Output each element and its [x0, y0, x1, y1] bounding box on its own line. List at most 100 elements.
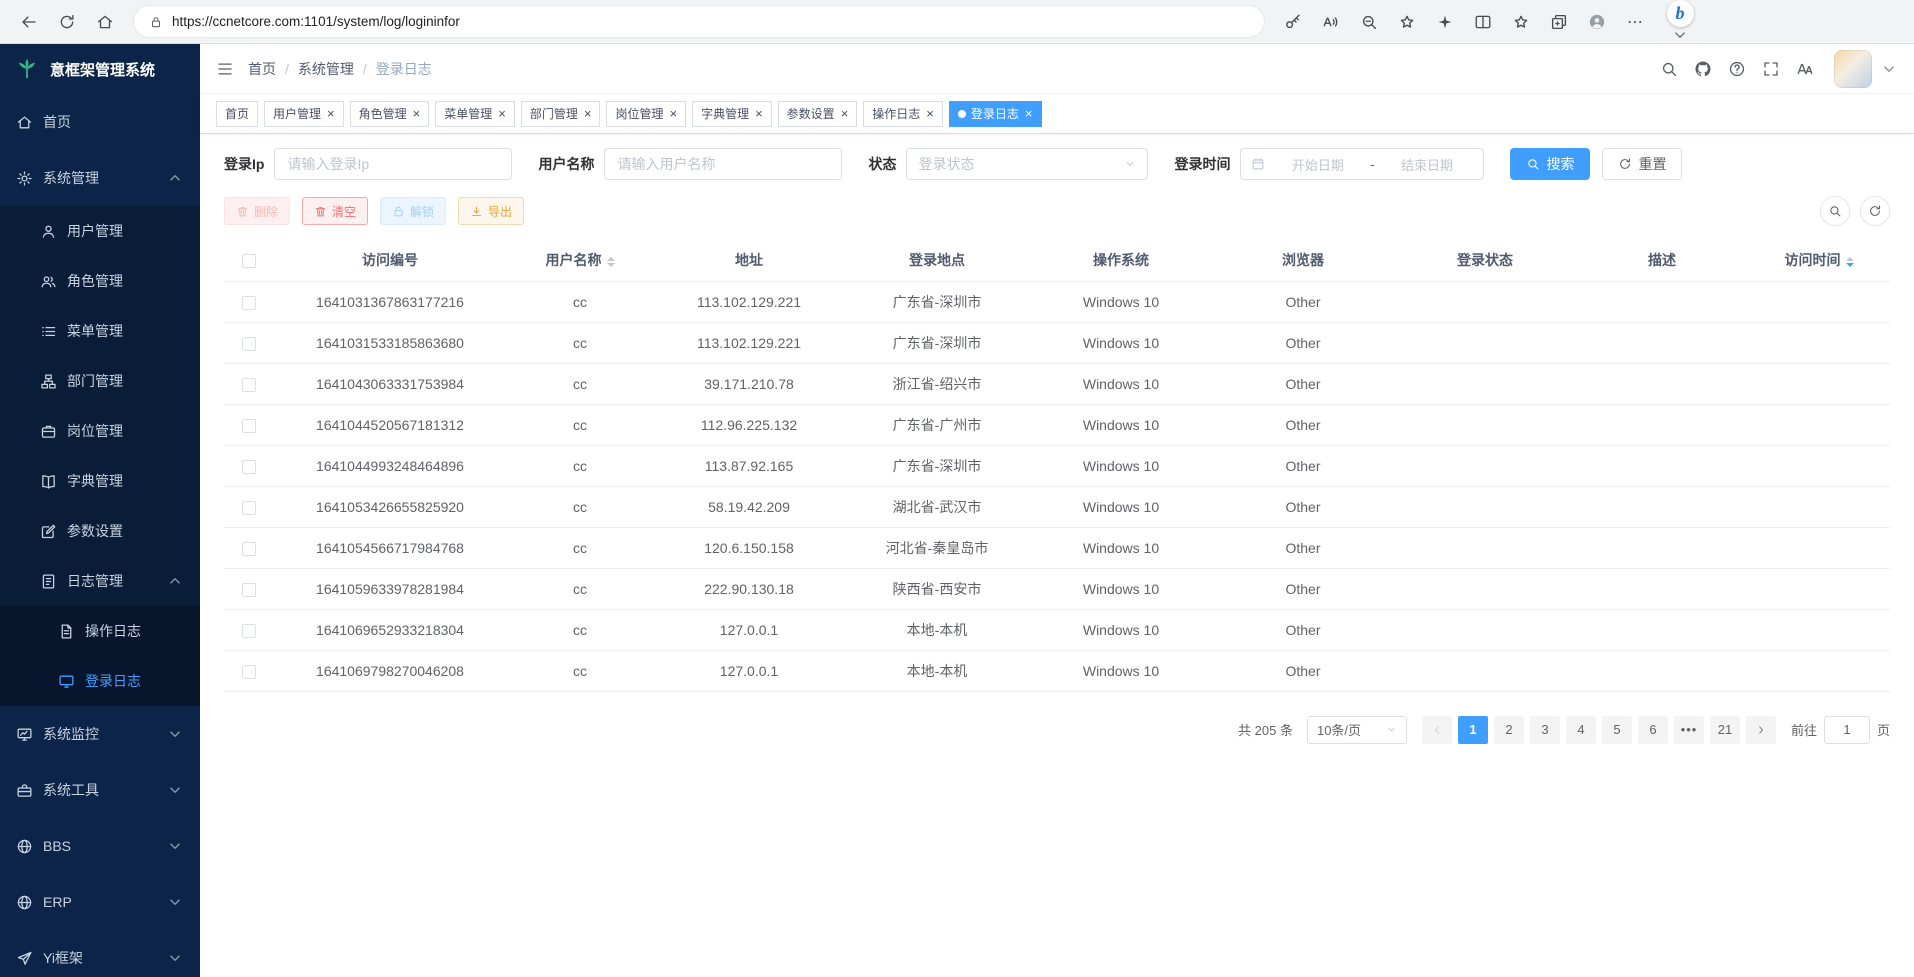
page-button[interactable]: •••	[1674, 716, 1704, 744]
tab[interactable]: 字典管理 ×	[692, 101, 772, 127]
row-checkbox[interactable]	[242, 665, 256, 679]
page-size-select[interactable]: 10条/页	[1307, 716, 1407, 744]
browser-home-icon[interactable]	[86, 5, 124, 39]
fullscreen-icon[interactable]	[1754, 52, 1788, 86]
refresh-table-button[interactable]	[1860, 196, 1890, 226]
breadcrumb-item[interactable]: 登录日志	[376, 59, 432, 79]
goto-page-input[interactable]	[1824, 716, 1870, 744]
column-header[interactable]: 操作系统	[1030, 240, 1212, 281]
row-checkbox[interactable]	[242, 296, 256, 310]
toggle-search-button[interactable]	[1820, 196, 1850, 226]
row-checkbox[interactable]	[242, 378, 256, 392]
column-header[interactable]: 访问编号	[274, 240, 506, 281]
tab[interactable]: 部门管理 ×	[521, 101, 601, 127]
more-menu-icon[interactable]	[1616, 5, 1654, 39]
next-page-button[interactable]	[1746, 716, 1776, 744]
close-icon[interactable]: ×	[755, 107, 763, 120]
tab[interactable]: 用户管理 ×	[264, 101, 344, 127]
row-checkbox[interactable]	[242, 583, 256, 597]
column-header[interactable]: 描述	[1576, 240, 1748, 281]
tab[interactable]: 参数设置 ×	[778, 101, 858, 127]
sidebar-fold-icon[interactable]	[216, 60, 234, 78]
prev-page-button[interactable]	[1422, 716, 1452, 744]
sidebar-item[interactable]: 登录日志	[0, 656, 200, 706]
user-avatar[interactable]	[1834, 50, 1872, 88]
sidebar-item[interactable]: BBS	[0, 818, 200, 874]
sort-caret-icon[interactable]	[1846, 257, 1854, 267]
clear-button[interactable]: 清空	[302, 197, 368, 225]
back-icon[interactable]	[10, 5, 48, 39]
close-icon[interactable]: ×	[926, 107, 934, 120]
page-button[interactable]: 4	[1566, 716, 1596, 744]
row-checkbox[interactable]	[242, 542, 256, 556]
favorites-bar-icon[interactable]	[1502, 5, 1540, 39]
page-button[interactable]: 5	[1602, 716, 1632, 744]
tab[interactable]: 岗位管理 ×	[606, 101, 686, 127]
sidebar-item[interactable]: 日志管理	[0, 556, 200, 606]
status-select[interactable]: 登录状态	[906, 148, 1148, 180]
tab[interactable]: 操作日志 ×	[863, 101, 943, 127]
key-icon[interactable]	[1274, 5, 1312, 39]
page-button[interactable]: 1	[1458, 716, 1488, 744]
close-icon[interactable]: ×	[327, 107, 335, 120]
page-button[interactable]: 6	[1638, 716, 1668, 744]
sidebar-item[interactable]: 部门管理	[0, 356, 200, 406]
sidebar-item[interactable]: 系统管理	[0, 150, 200, 206]
column-header[interactable]: 用户名称	[506, 240, 654, 281]
font-size-icon[interactable]	[1788, 52, 1822, 86]
site-info-lock-icon[interactable]	[149, 15, 163, 29]
sidebar-item[interactable]: 系统工具	[0, 762, 200, 818]
avatar-caret-down-icon[interactable]	[1880, 60, 1898, 78]
search-button[interactable]: 搜索	[1510, 148, 1590, 180]
close-icon[interactable]: ×	[1025, 107, 1033, 120]
close-icon[interactable]: ×	[584, 107, 592, 120]
favorites-add-icon[interactable]	[1388, 5, 1426, 39]
login-time-range-picker[interactable]: 开始日期 - 结束日期	[1240, 148, 1484, 180]
close-icon[interactable]: ×	[413, 107, 421, 120]
user-name-input[interactable]	[604, 148, 842, 180]
column-header[interactable]: 地址	[654, 240, 844, 281]
sidebar-item[interactable]: 首页	[0, 94, 200, 150]
reset-button[interactable]: 重置	[1602, 148, 1682, 180]
page-button[interactable]: 21	[1710, 716, 1740, 744]
read-aloud-icon[interactable]	[1312, 5, 1350, 39]
tab[interactable]: 首页 ×	[216, 101, 258, 127]
close-icon[interactable]: ×	[841, 107, 849, 120]
bing-logo[interactable]: b	[1667, 0, 1694, 27]
address-bar[interactable]: https://ccnetcore.com:1101/system/log/lo…	[134, 6, 1264, 37]
page-button[interactable]: 3	[1530, 716, 1560, 744]
row-checkbox[interactable]	[242, 460, 256, 474]
close-icon[interactable]: ×	[498, 107, 506, 120]
end-date-placeholder[interactable]: 结束日期	[1381, 155, 1474, 174]
unlock-button[interactable]: 解锁	[380, 197, 446, 225]
collections-icon[interactable]	[1540, 5, 1578, 39]
login-ip-input[interactable]	[274, 148, 512, 180]
column-header[interactable]: 登录地点	[844, 240, 1030, 281]
tab[interactable]: 角色管理 ×	[350, 101, 430, 127]
split-screen-icon[interactable]	[1464, 5, 1502, 39]
sidebar-item[interactable]: ERP	[0, 874, 200, 930]
row-checkbox[interactable]	[242, 624, 256, 638]
browser-chevron-down-icon[interactable]	[1671, 26, 1689, 44]
breadcrumb-item[interactable]: 系统管理	[298, 59, 354, 79]
zoom-out-icon[interactable]	[1350, 5, 1388, 39]
page-button[interactable]: 2	[1494, 716, 1524, 744]
tab[interactable]: 登录日志 ×	[949, 101, 1042, 127]
select-all-checkbox[interactable]	[242, 254, 256, 268]
row-checkbox[interactable]	[242, 501, 256, 515]
sort-caret-icon[interactable]	[607, 257, 615, 267]
search-icon[interactable]	[1652, 52, 1686, 86]
sidebar-item[interactable]: 参数设置	[0, 506, 200, 556]
row-checkbox[interactable]	[242, 337, 256, 351]
extensions-icon[interactable]	[1426, 5, 1464, 39]
start-date-placeholder[interactable]: 开始日期	[1271, 155, 1364, 174]
tab[interactable]: 菜单管理 ×	[435, 101, 515, 127]
column-header[interactable]: 浏览器	[1212, 240, 1394, 281]
sidebar-item[interactable]: 系统监控	[0, 706, 200, 762]
column-header[interactable]: 登录状态	[1394, 240, 1576, 281]
sidebar-item[interactable]: 操作日志	[0, 606, 200, 656]
browser-profile-icon[interactable]	[1578, 5, 1616, 39]
github-icon[interactable]	[1686, 52, 1720, 86]
delete-button[interactable]: 删除	[224, 197, 290, 225]
refresh-icon[interactable]	[48, 5, 86, 39]
